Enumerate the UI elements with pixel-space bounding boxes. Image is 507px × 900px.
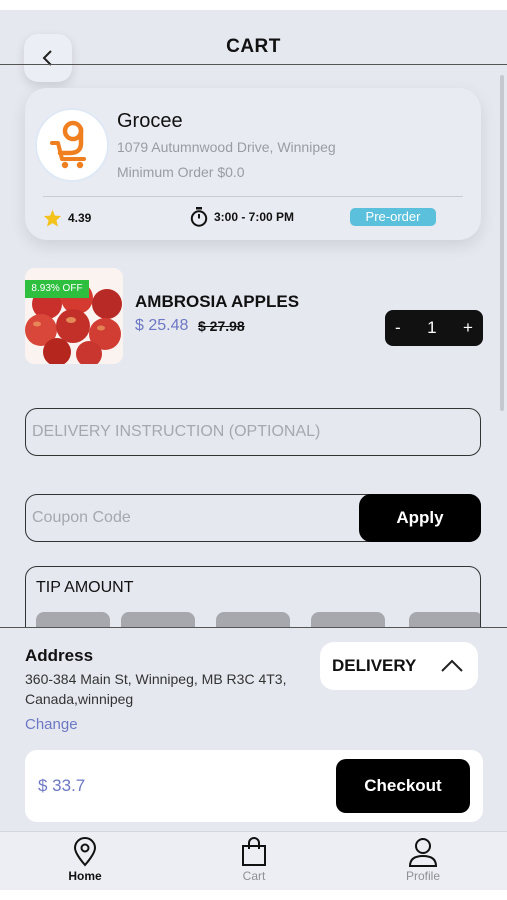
tab-home[interactable]: Home	[35, 837, 135, 883]
coupon-field: Apply	[25, 494, 481, 542]
discount-badge: 8.93% OFF	[25, 280, 89, 298]
preorder-badge: Pre-order	[350, 208, 436, 226]
bottom-tab-bar: Home Cart Profile	[0, 831, 507, 890]
store-minimum-order: Minimum Order $0.0	[117, 164, 245, 180]
scrollbar[interactable]	[500, 75, 504, 411]
checkout-card: $ 33.7 Checkout	[25, 750, 483, 822]
store-rating: 4.39	[43, 209, 91, 227]
product-old-price: $ 27.98	[198, 318, 245, 334]
delivery-instruction-field	[25, 408, 481, 456]
user-icon	[408, 838, 438, 867]
grocee-logo-icon	[50, 120, 86, 169]
location-pin-icon	[73, 837, 97, 867]
page-title: CART	[226, 36, 281, 57]
stopwatch-icon	[190, 207, 208, 227]
coupon-code-input[interactable]	[26, 495, 356, 541]
store-card[interactable]: Grocee 1079 Autumnwood Drive, Winnipeg M…	[25, 88, 481, 240]
delivery-mode-label: DELIVERY	[332, 656, 417, 675]
store-logo	[35, 108, 109, 182]
product-name: AMBROSIA APPLES	[135, 292, 300, 311]
tab-home-label: Home	[68, 869, 102, 883]
header-divider	[0, 64, 507, 65]
checkout-button[interactable]: Checkout	[336, 759, 470, 813]
cart-screen: CART Grocee 1079 Autumnwood Drive, Winni…	[0, 10, 507, 890]
rating-value: 4.39	[68, 211, 92, 225]
store-divider	[43, 196, 463, 197]
hours-value: 3:00 - 7:00 PM	[214, 210, 295, 224]
store-name: Grocee	[117, 110, 183, 132]
store-hours: 3:00 - 7:00 PM	[190, 207, 294, 227]
decrease-quantity-button[interactable]: -	[395, 318, 401, 338]
star-icon	[43, 209, 62, 227]
quantity-stepper: - 1 +	[385, 310, 483, 346]
address-text: 360-384 Main St, Winnipeg, MB R3C 4T3, C…	[25, 671, 287, 707]
order-total: $ 33.7	[38, 776, 86, 795]
apply-coupon-button[interactable]: Apply	[359, 494, 481, 542]
change-address-link[interactable]: Change	[25, 716, 78, 733]
quantity-value: 1	[427, 318, 437, 337]
product-price: $ 25.48	[135, 317, 189, 334]
tab-cart[interactable]: Cart	[204, 837, 304, 883]
product-image: 8.93% OFF	[25, 268, 123, 364]
delivery-mode-toggle[interactable]: DELIVERY	[320, 642, 478, 690]
tab-cart-label: Cart	[242, 869, 266, 883]
increase-quantity-button[interactable]: +	[463, 318, 473, 338]
tab-profile-label: Profile	[405, 869, 440, 883]
delivery-instruction-input[interactable]	[26, 409, 480, 455]
address-label: Address	[25, 646, 94, 665]
store-address: 1079 Autumnwood Drive, Winnipeg	[117, 139, 336, 155]
tip-title: TIP AMOUNT	[36, 579, 134, 596]
tab-profile[interactable]: Profile	[373, 837, 473, 883]
shopping-bag-icon	[242, 837, 266, 866]
chevron-up-icon	[441, 659, 463, 672]
